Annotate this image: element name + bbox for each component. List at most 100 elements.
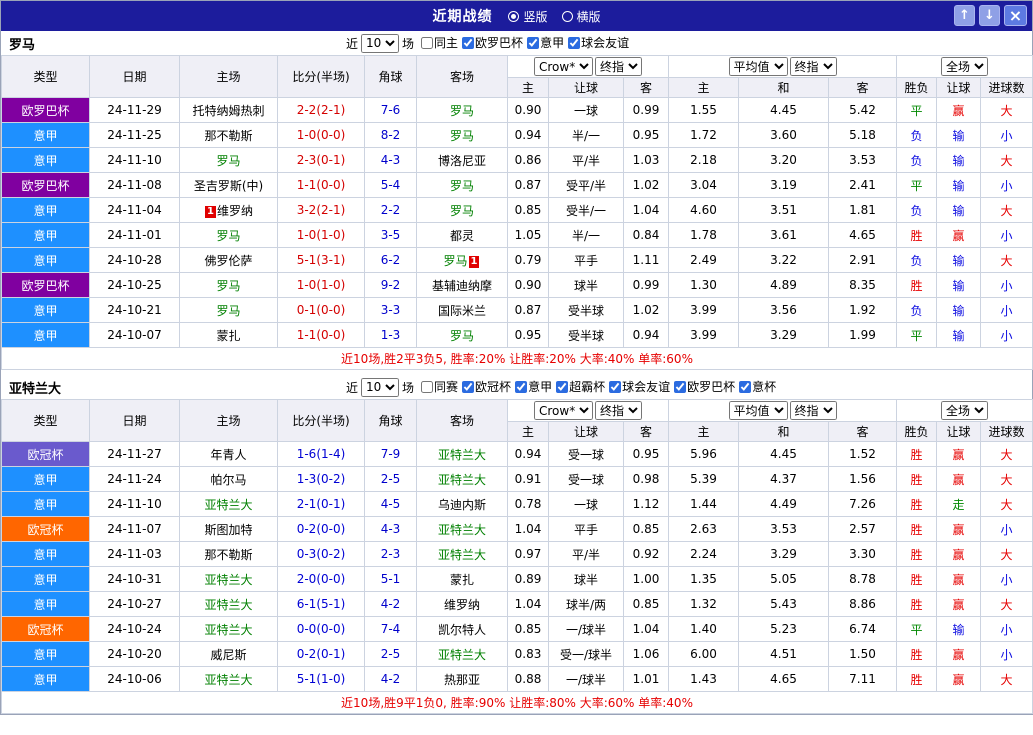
filter-check-同主[interactable]: 同主 xyxy=(421,34,458,51)
odds-company-select[interactable]: 平均值 xyxy=(728,401,788,420)
league-type: 意甲 xyxy=(1,641,90,667)
home-team: 亚特兰大 xyxy=(179,666,278,692)
close-button[interactable]: × xyxy=(1004,5,1027,26)
team-section: 亚特兰大 近 10 场 同赛 欧冠杯 意甲 超霸杯 球会友谊 欧罗巴杯 意杯 类型 日期 主… xyxy=(0,375,1033,714)
match-row: 欧罗巴杯 24-11-29 托特纳姆热刺 2-2(2-1) 7-6 罗马 0.90 一球 0.9… xyxy=(1,97,1033,123)
team-label: 亚特兰大 xyxy=(437,472,486,487)
score: 2-3(0-1) xyxy=(277,147,365,173)
match-date: 24-11-01 xyxy=(89,222,180,248)
match-row: 意甲 24-10-07 蒙扎 1-1(0-0) 1-3 罗马 0.95 受半球 0.94 3.99… xyxy=(1,322,1033,348)
sub-col-result: 胜负 xyxy=(896,421,937,442)
scroll-up-button[interactable]: ↑ xyxy=(954,5,975,26)
filter-check-球会友谊[interactable]: 球会友谊 xyxy=(568,34,629,51)
avg-home-odds: 5.96 xyxy=(668,441,739,467)
team-name: 亚特兰大 xyxy=(9,381,62,397)
avg-draw-odds: 3.61 xyxy=(738,222,829,248)
result-goals: 大 xyxy=(979,247,1033,273)
result-handicap: 输 xyxy=(936,147,981,173)
col-header-score: 比分(半场) xyxy=(277,55,365,98)
titlebar: 近期战绩 竖版 横版 ↑ ↓ × xyxy=(1,1,1032,31)
result-outcome: 胜 xyxy=(896,591,937,617)
odds-company-select[interactable]: 平均值 xyxy=(728,57,788,76)
radio-vertical-layout[interactable]: 竖版 xyxy=(508,8,548,25)
radio-label: 竖版 xyxy=(523,9,548,24)
avg-away-odds: 4.65 xyxy=(828,222,897,248)
score: 0-2(0-0) xyxy=(277,516,365,542)
league-type: 意甲 xyxy=(1,122,90,148)
checkbox-input[interactable] xyxy=(739,380,752,393)
match-date: 24-11-07 xyxy=(89,516,180,542)
odds-company-select[interactable]: Crow* xyxy=(534,57,593,76)
sub-col-result: 胜负 xyxy=(896,77,937,98)
odds-company-select[interactable]: 终指 xyxy=(789,57,837,76)
filter-check-意杯[interactable]: 意杯 xyxy=(739,378,776,395)
checkbox-input[interactable] xyxy=(421,36,434,49)
filter-check-欧罗巴杯[interactable]: 欧罗巴杯 xyxy=(462,34,523,51)
away-team: 罗马 xyxy=(416,172,508,198)
checkbox-input[interactable] xyxy=(609,380,622,393)
sub-col-goals-result: 进球数 xyxy=(979,77,1033,98)
sub-col-ah-home: 主 xyxy=(507,77,549,98)
odds-company-select[interactable]: 全场 xyxy=(941,57,989,76)
odds-company-select[interactable]: 终指 xyxy=(595,401,642,420)
match-date: 24-11-27 xyxy=(89,441,180,467)
filter-check-意甲[interactable]: 意甲 xyxy=(527,34,564,51)
handicap-away-odds: 0.99 xyxy=(623,97,669,123)
avg-home-odds: 4.60 xyxy=(668,197,739,223)
result-goals: 大 xyxy=(979,441,1033,467)
checkbox-input[interactable] xyxy=(568,36,581,49)
result-outcome: 平 xyxy=(896,172,937,198)
filter-check-意甲[interactable]: 意甲 xyxy=(515,378,552,395)
filter-prefix: 近 xyxy=(346,380,359,395)
odds-company-select[interactable]: 全场 xyxy=(941,401,989,420)
home-team: 亚特兰大 xyxy=(179,591,278,617)
checkbox-label: 同主 xyxy=(434,36,459,51)
checkbox-input[interactable] xyxy=(674,380,687,393)
sub-col-handicap-result: 让球 xyxy=(936,77,981,98)
checkbox-input[interactable] xyxy=(421,380,434,393)
corners: 2-5 xyxy=(364,466,417,492)
filter-check-同赛[interactable]: 同赛 xyxy=(421,378,458,395)
filter-check-球会友谊[interactable]: 球会友谊 xyxy=(609,378,670,395)
result-outcome: 胜 xyxy=(896,466,937,492)
result-handicap: 赢 xyxy=(936,97,981,123)
handicap-home-odds: 0.91 xyxy=(507,466,549,492)
handicap-away-odds: 1.00 xyxy=(623,566,669,592)
handicap-away-odds: 0.85 xyxy=(623,516,669,542)
scroll-down-button[interactable]: ↓ xyxy=(979,5,1000,26)
handicap-line: 一/球半 xyxy=(548,666,624,692)
filter-check-欧冠杯[interactable]: 欧冠杯 xyxy=(462,378,511,395)
recent-count-select[interactable]: 10 xyxy=(361,33,400,53)
checkbox-input[interactable] xyxy=(462,380,475,393)
match-date: 24-10-27 xyxy=(89,591,180,617)
score: 0-2(0-1) xyxy=(277,641,365,667)
radio-horizontal-layout[interactable]: 横版 xyxy=(561,8,601,25)
handicap-line: 一/球半 xyxy=(548,616,624,642)
filter-check-欧罗巴杯[interactable]: 欧罗巴杯 xyxy=(674,378,735,395)
odds-company-select[interactable]: 终指 xyxy=(789,401,837,420)
avg-draw-odds: 4.89 xyxy=(738,272,829,298)
result-outcome: 胜 xyxy=(896,516,937,542)
avg-away-odds: 7.26 xyxy=(828,491,897,517)
odds-company-select[interactable]: Crow* xyxy=(534,401,593,420)
checkbox-input[interactable] xyxy=(527,36,540,49)
avg-away-odds: 2.91 xyxy=(828,247,897,273)
result-goals: 大 xyxy=(979,491,1033,517)
checkbox-input[interactable] xyxy=(462,36,475,49)
filter-check-超霸杯[interactable]: 超霸杯 xyxy=(556,378,605,395)
home-team: 亚特兰大 xyxy=(179,566,278,592)
checkbox-input[interactable] xyxy=(515,380,528,393)
result-outcome: 负 xyxy=(896,122,937,148)
checkbox-input[interactable] xyxy=(556,380,569,393)
league-type: 欧冠杯 xyxy=(1,516,90,542)
odds-company-select[interactable]: 终指 xyxy=(595,57,642,76)
recent-count-select[interactable]: 10 xyxy=(361,377,400,397)
league-type: 意甲 xyxy=(1,247,90,273)
away-team: 罗马 xyxy=(416,122,508,148)
match-row: 意甲 24-11-10 亚特兰大 2-1(0-1) 4-5 乌迪内斯 0.78 一球 1.12 1… xyxy=(1,491,1033,517)
team-header-row: 亚特兰大 近 10 场 同赛 欧冠杯 意甲 超霸杯 球会友谊 欧罗巴杯 意杯 xyxy=(1,375,1032,399)
handicap-away-odds: 0.94 xyxy=(623,322,669,348)
team-label: 罗马 xyxy=(216,228,241,243)
away-team: 乌迪内斯 xyxy=(416,491,508,517)
odds-select-cell: 全场 xyxy=(895,55,1033,78)
